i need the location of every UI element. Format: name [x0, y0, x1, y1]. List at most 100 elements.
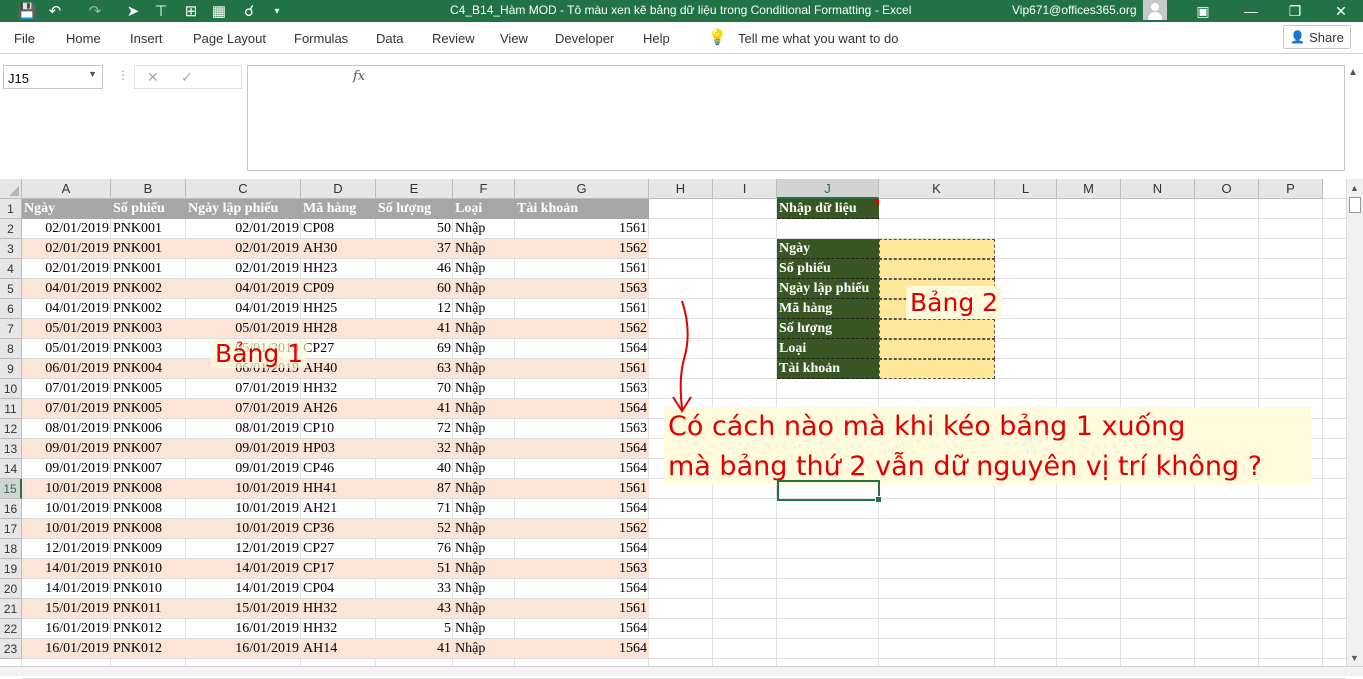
table1-cell[interactable]: PNK001: [111, 219, 186, 239]
table1-cell[interactable]: Nhập: [453, 639, 515, 659]
table1-cell[interactable]: 1564: [515, 399, 649, 419]
formula-input[interactable]: [247, 65, 1345, 171]
row-header[interactable]: 15: [0, 479, 22, 499]
scroll-down-icon[interactable]: ▼: [1350, 653, 1359, 663]
table1-cell[interactable]: PNK002: [111, 279, 186, 299]
tab-file[interactable]: File: [14, 31, 35, 46]
table1-cell[interactable]: 15/01/2019: [22, 599, 111, 619]
tab-insert[interactable]: Insert: [130, 31, 163, 46]
table1-cell[interactable]: PNK003: [111, 339, 186, 359]
column-header-a[interactable]: A: [22, 179, 111, 199]
row-header[interactable]: 14: [0, 459, 22, 479]
table1-cell[interactable]: PNK006: [111, 419, 186, 439]
table1-cell[interactable]: Nhập: [453, 599, 515, 619]
column-header-f[interactable]: F: [453, 179, 515, 199]
table1-cell[interactable]: CP10: [301, 419, 376, 439]
table1-cell[interactable]: 1564: [515, 539, 649, 559]
table1-cell[interactable]: Nhập: [453, 399, 515, 419]
table1-cell[interactable]: 37: [376, 239, 453, 259]
table1-cell[interactable]: PNK003: [111, 319, 186, 339]
table1-cell[interactable]: 09/01/2019: [22, 439, 111, 459]
table2-input-cell[interactable]: [879, 259, 995, 279]
table1-cell[interactable]: 10/01/2019: [186, 479, 301, 499]
table1-cell[interactable]: 02/01/2019: [22, 259, 111, 279]
table1-cell[interactable]: 33: [376, 579, 453, 599]
column-header-k[interactable]: K: [879, 179, 995, 199]
table1-cell[interactable]: 15/01/2019: [186, 599, 301, 619]
table1-cell[interactable]: 1563: [515, 419, 649, 439]
table1-cell[interactable]: 08/01/2019: [22, 419, 111, 439]
table1-cell[interactable]: 10/01/2019: [22, 479, 111, 499]
table1-cell[interactable]: 1562: [515, 519, 649, 539]
table1-cell[interactable]: 69: [376, 339, 453, 359]
user-account[interactable]: Vip671@offices365.org: [1012, 3, 1137, 17]
table1-cell[interactable]: PNK005: [111, 399, 186, 419]
close-icon[interactable]: ✕: [1326, 0, 1356, 22]
table1-cell[interactable]: 08/01/2019: [186, 419, 301, 439]
row-header[interactable]: 20: [0, 579, 22, 599]
table1-cell[interactable]: CP46: [301, 459, 376, 479]
table1-cell[interactable]: 14/01/2019: [186, 559, 301, 579]
table1-cell[interactable]: 02/01/2019: [186, 239, 301, 259]
row-header[interactable]: 4: [0, 259, 22, 279]
table1-cell[interactable]: 1564: [515, 579, 649, 599]
row-header[interactable]: 23: [0, 639, 22, 659]
table1-cell[interactable]: Nhập: [453, 339, 515, 359]
table1-cell[interactable]: 43: [376, 599, 453, 619]
table1-cell[interactable]: Nhập: [453, 559, 515, 579]
row-header[interactable]: 1: [0, 199, 22, 219]
table1-cell[interactable]: 09/01/2019: [186, 459, 301, 479]
tab-formulas[interactable]: Formulas: [294, 31, 348, 46]
name-box[interactable]: J15 ▼: [3, 65, 103, 89]
table1-cell[interactable]: HH32: [301, 379, 376, 399]
table1-cell[interactable]: 70: [376, 379, 453, 399]
column-header-p[interactable]: P: [1259, 179, 1323, 199]
table1-cell[interactable]: 07/01/2019: [22, 379, 111, 399]
table1-cell[interactable]: 04/01/2019: [22, 299, 111, 319]
table1-cell[interactable]: 04/01/2019: [22, 279, 111, 299]
table1-cell[interactable]: 63: [376, 359, 453, 379]
table1-cell[interactable]: 04/01/2019: [186, 279, 301, 299]
row-header[interactable]: 12: [0, 419, 22, 439]
scroll-thumb[interactable]: [1349, 197, 1361, 213]
table1-cell[interactable]: 05/01/2019: [186, 319, 301, 339]
table1-cell[interactable]: 02/01/2019: [22, 219, 111, 239]
minimize-icon[interactable]: —: [1236, 0, 1266, 22]
table1-cell[interactable]: PNK010: [111, 579, 186, 599]
column-header-e[interactable]: E: [376, 179, 453, 199]
table1-cell[interactable]: 1561: [515, 479, 649, 499]
table1-cell[interactable]: HH25: [301, 299, 376, 319]
table1-cell[interactable]: 16/01/2019: [186, 639, 301, 659]
table1-cell[interactable]: Nhập: [453, 419, 515, 439]
cancel-icon[interactable]: ✕: [147, 69, 159, 86]
table1-cell[interactable]: 12/01/2019: [22, 539, 111, 559]
tab-data[interactable]: Data: [376, 31, 403, 46]
table1-cell[interactable]: 02/01/2019: [22, 239, 111, 259]
table1-cell[interactable]: 72: [376, 419, 453, 439]
filter-icon[interactable]: ⊤: [150, 0, 172, 22]
table1-cell[interactable]: 1564: [515, 639, 649, 659]
more-options-icon[interactable]: ⋮: [117, 68, 129, 82]
table1-cell[interactable]: 32: [376, 439, 453, 459]
table1-cell[interactable]: 12: [376, 299, 453, 319]
table2-input-cell[interactable]: [879, 339, 995, 359]
table2-input-cell[interactable]: [879, 319, 995, 339]
row-header[interactable]: 18: [0, 539, 22, 559]
table1-cell[interactable]: 1564: [515, 499, 649, 519]
print-preview-icon[interactable]: ☌: [238, 0, 260, 22]
table1-cell[interactable]: 07/01/2019: [22, 399, 111, 419]
table1-cell[interactable]: 1564: [515, 439, 649, 459]
table1-cell[interactable]: HH32: [301, 619, 376, 639]
table1-cell[interactable]: 05/01/2019: [22, 339, 111, 359]
table1-cell[interactable]: 40: [376, 459, 453, 479]
table1-cell[interactable]: Nhập: [453, 619, 515, 639]
column-header-j[interactable]: J: [777, 179, 879, 199]
table1-cell[interactable]: Nhập: [453, 299, 515, 319]
table1-cell[interactable]: Nhập: [453, 579, 515, 599]
row-header[interactable]: 10: [0, 379, 22, 399]
tab-help[interactable]: Help: [643, 31, 670, 46]
table1-cell[interactable]: 1561: [515, 259, 649, 279]
table1-cell[interactable]: PNK001: [111, 239, 186, 259]
row-header[interactable]: 8: [0, 339, 22, 359]
table1-cell[interactable]: Nhập: [453, 259, 515, 279]
